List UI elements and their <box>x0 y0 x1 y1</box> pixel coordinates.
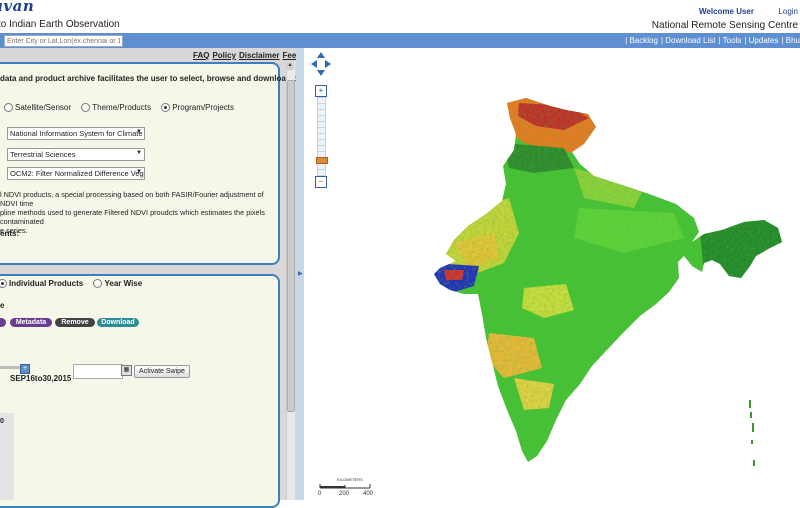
chevron-down-icon: ▼ <box>136 150 142 156</box>
disclaimer-link[interactable]: Disclaimer <box>239 51 279 60</box>
pan-arrows-icon[interactable] <box>311 52 331 76</box>
theme-select[interactable]: Terrestrial Sciences ▼ <box>7 148 145 161</box>
location-search-input[interactable] <box>4 35 123 47</box>
date-slider-track[interactable] <box>0 366 22 369</box>
faq-link[interactable]: FAQ <box>193 51 209 60</box>
ndvi-layer <box>434 98 782 462</box>
nav-tools[interactable]: | Tools <box>719 36 742 45</box>
map-view[interactable] <box>304 48 800 500</box>
select-value: National Information System for Climate <box>10 129 143 138</box>
selection-mode-radios: Satellite/Sensor Theme/Products Program/… <box>4 103 242 113</box>
radio-theme-products[interactable]: Theme/Products <box>81 103 151 113</box>
date-slider-handle[interactable]: + <box>20 364 30 374</box>
andaman-islands <box>749 400 755 466</box>
zoom-in-button[interactable]: + <box>315 85 327 97</box>
radio-year-wise[interactable]: Year Wise <box>93 279 143 289</box>
scrollbar-thumb[interactable] <box>287 80 295 412</box>
policy-link[interactable]: Policy <box>212 51 236 60</box>
select-value: Terrestrial Sciences <box>10 150 76 159</box>
nav-updates[interactable]: | Updates <box>744 36 778 45</box>
radio-satellite-sensor[interactable]: Satellite/Sensor <box>4 103 72 113</box>
welcome-user-link[interactable]: Welcome User <box>699 7 754 16</box>
nav-download-list[interactable]: | Download List <box>661 36 716 45</box>
radio-label: Satellite/Sensor <box>15 103 72 112</box>
intro-text: data and product archive facilitates the… <box>0 74 310 83</box>
zoom-out-button[interactable]: − <box>315 176 327 188</box>
legend-strip <box>0 413 14 500</box>
radio-button[interactable] <box>93 279 103 289</box>
description-line: pline methods used to generate Filtered … <box>0 208 265 226</box>
radio-button[interactable] <box>161 103 171 113</box>
select-value: OCM2: Filter Normalized Difference Vege <box>10 169 145 178</box>
chevron-down-icon: ▼ <box>136 129 142 135</box>
date-input[interactable] <box>73 364 123 379</box>
description-line: l NDVI products, a special processing ba… <box>0 190 264 208</box>
product-select[interactable]: OCM2: Filter Normalized Difference Vege ▼ <box>7 167 145 180</box>
scale-tick-label: 200 <box>339 491 350 497</box>
radio-label: Theme/Products <box>92 103 151 112</box>
download-button[interactable]: Download <box>97 318 139 327</box>
zoom-slider-handle[interactable] <box>316 157 328 164</box>
date-label: SEP16to30,2015 <box>10 374 72 383</box>
radio-individual-products[interactable]: Individual Products <box>0 279 84 289</box>
scale-tick-label: 0 <box>318 491 322 497</box>
chevron-down-icon: ▼ <box>136 169 142 175</box>
collapse-arrow-icon[interactable]: ▶ <box>298 270 303 277</box>
radio-label: Year Wise <box>104 279 143 288</box>
product-mode-radios: Individual Products Year Wise <box>0 279 150 289</box>
top-nav: | Backlog | Download List | Tools | Updates… <box>622 36 800 45</box>
description-line: e series. <box>0 226 28 235</box>
radio-label: Individual Products <box>9 279 84 288</box>
nav-bhuvan[interactable]: | Bhu <box>781 36 800 45</box>
org-name: National Remote Sensing Centre <box>651 20 798 31</box>
site-subtitle: to Indian Earth Observation <box>0 19 120 30</box>
legend-value: 0 <box>0 418 4 425</box>
program-select[interactable]: National Information System for Climate ▼ <box>7 127 145 140</box>
scale-unit-label: KILOMETERS <box>337 477 363 482</box>
radio-label: Program/Projects <box>172 103 234 112</box>
product-list-box <box>0 274 280 508</box>
nav-backlog[interactable]: | Backlog <box>625 36 658 45</box>
remove-button[interactable]: Remove <box>55 318 95 327</box>
logo: uvan <box>0 0 35 15</box>
scale-tick-label: 400 <box>363 491 374 497</box>
metadata-button[interactable]: Metadata <box>10 318 52 327</box>
radio-button[interactable] <box>4 103 13 113</box>
calendar-icon[interactable]: ▦ <box>121 365 132 376</box>
scroll-up-icon[interactable]: ▲ <box>286 62 294 70</box>
section-label: e <box>0 301 5 310</box>
login-link[interactable]: Login <box>778 7 798 16</box>
product-description: l NDVI products, a special processing ba… <box>0 190 270 235</box>
zoom-slider[interactable] <box>317 97 326 177</box>
radio-button[interactable] <box>0 279 7 289</box>
components-label: ents: <box>0 229 20 238</box>
india-ndvi-map <box>434 98 782 466</box>
radio-program-projects[interactable]: Program/Projects <box>161 103 234 113</box>
radio-button[interactable] <box>81 103 91 113</box>
activate-swipe-button[interactable]: Activate Swipe <box>134 365 190 378</box>
